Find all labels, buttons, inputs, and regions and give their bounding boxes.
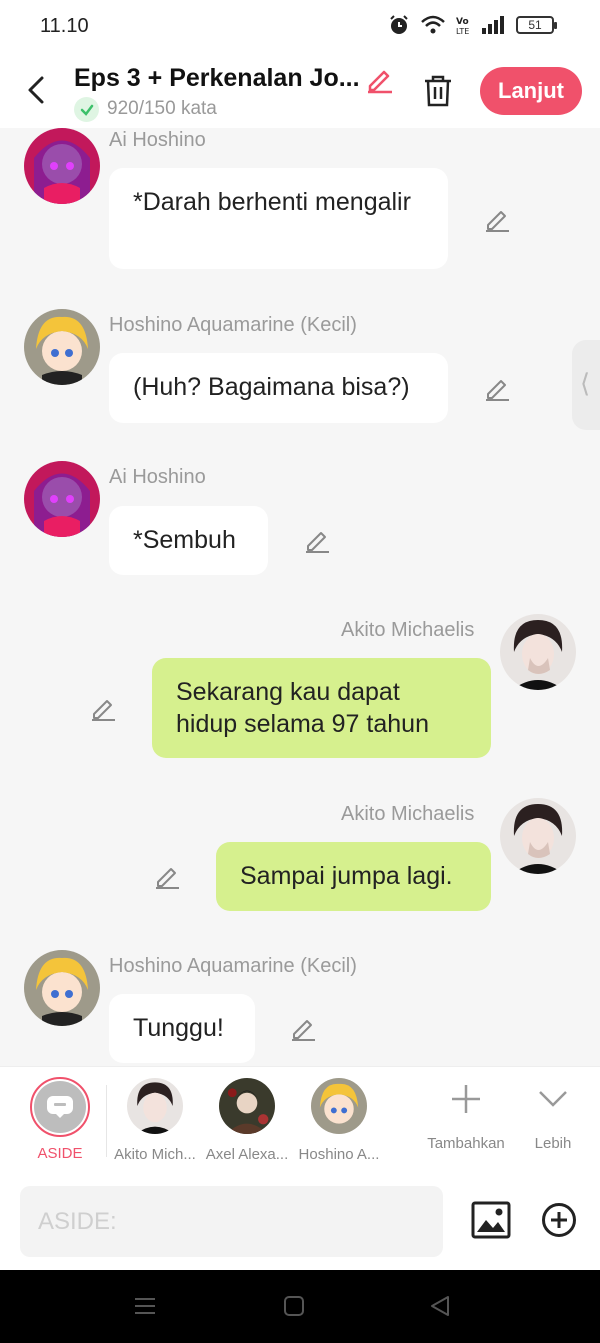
message-input[interactable] <box>20 1186 443 1257</box>
message-sender: Hoshino Aquamarine (Kecil) <box>109 314 357 336</box>
image-icon[interactable] <box>471 1201 511 1239</box>
side-panel-tab[interactable]: ⟨ <box>572 340 600 430</box>
more-button[interactable]: Lebih <box>520 1081 586 1152</box>
trash-icon[interactable] <box>422 74 454 108</box>
aside-icon <box>34 1081 86 1133</box>
character-axel[interactable]: Axel Alexa... <box>204 1078 290 1163</box>
back-nav-icon[interactable] <box>428 1294 452 1318</box>
avatar-akito-michaelis[interactable] <box>500 798 576 874</box>
character-bar: ASIDE Akito Mich... Axel Alexa... Hoshin… <box>0 1066 600 1174</box>
avatar <box>311 1078 367 1134</box>
character-akito[interactable]: Akito Mich... <box>112 1078 198 1163</box>
system-nav-bar <box>0 1270 600 1343</box>
plus-icon <box>452 1085 480 1113</box>
aside-button[interactable] <box>30 1077 90 1137</box>
message-bubble[interactable]: Sekarang kau dapat hidup selama 97 tahun <box>152 658 491 758</box>
menu-icon[interactable] <box>133 1294 157 1318</box>
avatar-akito-michaelis[interactable] <box>500 614 576 690</box>
svg-text:Vo: Vo <box>456 17 469 27</box>
pencil-icon[interactable] <box>364 64 394 94</box>
volte-icon: VoLTE <box>456 17 469 36</box>
chevron-left-icon: ⟨ <box>580 368 591 398</box>
page-title: Eps 3 + Perkenalan Jo... <box>74 64 359 92</box>
add-character-label: Tambahkan <box>427 1135 505 1152</box>
pencil-icon[interactable] <box>483 205 511 233</box>
input-bar <box>0 1174 600 1270</box>
avatar-ai-hoshino[interactable] <box>24 461 100 537</box>
message-sender: Ai Hoshino <box>109 129 206 151</box>
pencil-icon[interactable] <box>153 862 181 890</box>
avatar <box>219 1078 275 1134</box>
status-bar: 11.10 Vo LTE 51 <box>0 0 600 54</box>
more-label: Lebih <box>534 1135 572 1152</box>
character-hoshino-aquamarine[interactable]: Hoshino A... <box>296 1078 382 1163</box>
character-name: Akito Mich... <box>114 1146 196 1163</box>
divider <box>106 1085 107 1157</box>
message-bubble[interactable]: Tunggu! <box>109 994 255 1063</box>
status-time: 11.10 <box>40 15 89 37</box>
pencil-icon[interactable] <box>89 694 117 722</box>
chevron-down-icon <box>539 1091 567 1107</box>
check-icon <box>74 97 99 122</box>
avatar-hoshino-aquamarine[interactable] <box>24 950 100 1026</box>
signal-icon <box>482 16 504 34</box>
alarm-icon <box>390 15 408 34</box>
home-icon[interactable] <box>282 1294 306 1318</box>
status-icons: Vo LTE 51 <box>388 14 557 36</box>
message-sender: Ai Hoshino <box>109 466 206 488</box>
message-bubble[interactable]: *Sembuh <box>109 506 268 575</box>
add-character-button[interactable]: Tambahkan <box>422 1081 510 1152</box>
back-icon[interactable] <box>22 72 52 108</box>
next-button[interactable]: Lanjut <box>480 67 582 115</box>
svg-text:LTE: LTE <box>456 27 469 36</box>
pencil-icon[interactable] <box>289 1014 317 1042</box>
message-sender: Akito Michaelis <box>341 803 475 825</box>
message-bubble[interactable]: Sampai jumpa lagi. <box>216 842 491 911</box>
character-name: Axel Alexa... <box>205 1146 289 1163</box>
add-circle-icon[interactable] <box>541 1202 577 1238</box>
message-sender: Hoshino Aquamarine (Kecil) <box>109 955 357 977</box>
header: Eps 3 + Perkenalan Jo... 920/150 kata La… <box>0 54 600 128</box>
character-name: Hoshino A... <box>298 1146 380 1163</box>
word-count: 920/150 kata <box>107 98 217 119</box>
battery-icon: 51 <box>516 16 557 34</box>
pencil-icon[interactable] <box>483 374 511 402</box>
aside-label: ASIDE <box>37 1145 83 1162</box>
avatar-hoshino-aquamarine[interactable] <box>24 309 100 385</box>
message-bubble[interactable]: (Huh? Bagaimana bisa?) <box>109 353 448 423</box>
chat-area[interactable]: Ai Hoshino *Darah berhenti mengalir Hosh… <box>0 128 600 1066</box>
message-bubble[interactable]: *Darah berhenti mengalir <box>109 168 448 269</box>
pencil-icon[interactable] <box>303 526 331 554</box>
wifi-icon <box>421 15 445 34</box>
message-sender: Akito Michaelis <box>341 619 475 641</box>
avatar <box>127 1078 183 1134</box>
avatar-ai-hoshino[interactable] <box>24 128 100 204</box>
